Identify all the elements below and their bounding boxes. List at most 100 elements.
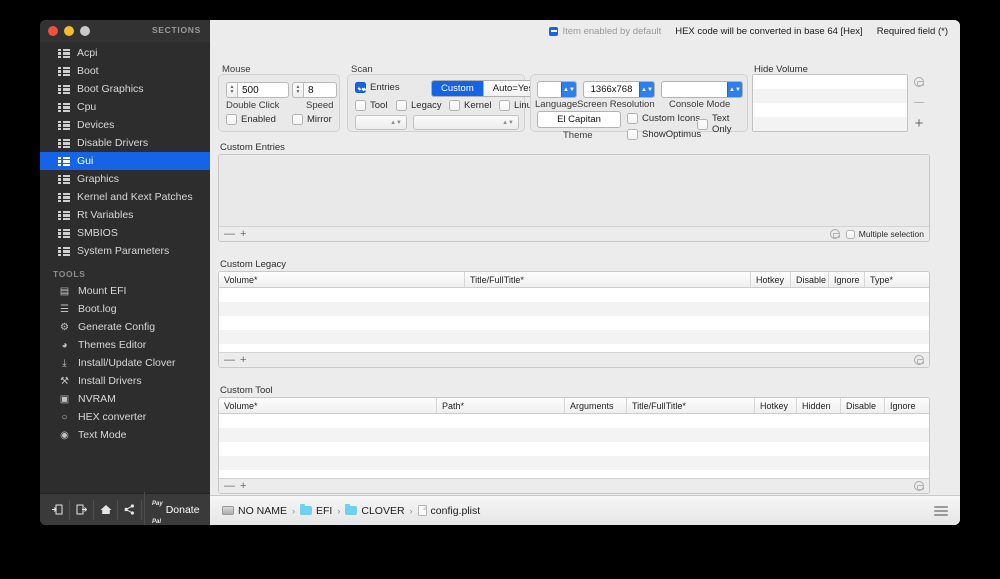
column-header[interactable]: Title/FullTitle*	[627, 398, 755, 413]
tool-item-generate-config[interactable]: ⚙ Generate Config	[40, 318, 210, 336]
table-row[interactable]	[219, 344, 929, 352]
tool-item-install-update-clover[interactable]: ⤓ Install/Update Clover	[40, 354, 210, 372]
sidebar-item-devices[interactable]: Devices	[40, 116, 210, 134]
gear-icon[interactable]	[914, 355, 924, 365]
column-header[interactable]: Title/FullTitle*	[465, 272, 751, 287]
breadcrumb-item[interactable]: EFI	[300, 503, 332, 517]
custom-entries-list[interactable]	[219, 155, 929, 226]
breadcrumb-item[interactable]: CLOVER	[345, 503, 405, 517]
table-row[interactable]	[219, 414, 929, 428]
custom-legacy-rows[interactable]	[219, 288, 929, 352]
sidebar-item-kernel-and-kext-patches[interactable]: Kernel and Kext Patches	[40, 188, 210, 206]
column-header[interactable]: Hotkey	[755, 398, 797, 413]
close-icon[interactable]	[48, 26, 58, 36]
gear-icon[interactable]	[914, 481, 924, 491]
column-header[interactable]: Arguments	[565, 398, 627, 413]
scan-extra-popup-1[interactable]: ▲▼	[355, 115, 407, 130]
custom-entries-addremove[interactable]: — +	[224, 228, 246, 240]
donate-button[interactable]: Pay Pal Donate	[144, 491, 200, 525]
custom-tool-rows[interactable]	[219, 414, 929, 478]
list-item[interactable]	[753, 75, 907, 89]
sidebar-item-smbios[interactable]: SMBIOS	[40, 224, 210, 242]
menu-icon[interactable]	[934, 505, 948, 516]
column-header[interactable]: Disable	[791, 272, 829, 287]
gear-icon[interactable]	[829, 229, 840, 239]
list-item[interactable]	[753, 117, 907, 131]
scan-legacy-checkbox[interactable]: Legacy	[396, 100, 442, 111]
table-row[interactable]	[219, 428, 929, 442]
custom-legacy-addremove[interactable]: — +	[224, 354, 246, 366]
text-only-checkbox[interactable]: Text Only	[697, 113, 747, 135]
mouse-mirror-box[interactable]	[292, 114, 303, 125]
speed-stepper[interactable]: ▲ ▼ 8	[292, 82, 337, 98]
list-item[interactable]	[753, 89, 907, 103]
table-row[interactable]	[219, 288, 929, 302]
scan-legacy-box[interactable]	[396, 100, 407, 111]
mouse-enabled-box[interactable]	[226, 114, 237, 125]
resolution-combo[interactable]: 1366x768 ▲▼	[583, 81, 655, 98]
import-button[interactable]	[46, 499, 70, 520]
column-header[interactable]: Hidden	[797, 398, 841, 413]
table-row[interactable]	[219, 302, 929, 316]
double-click-stepper[interactable]: ▲ ▼ 500	[226, 82, 289, 98]
table-row[interactable]	[219, 316, 929, 330]
scan-extra-popup-2[interactable]: ▲▼	[413, 115, 519, 130]
scan-entries-box[interactable]	[355, 82, 366, 93]
custom-icons-box[interactable]	[627, 113, 638, 124]
hide-volume-list[interactable]	[752, 74, 908, 132]
custom-entries-remove-button[interactable]: —	[224, 228, 235, 240]
show-optimus-box[interactable]	[627, 129, 638, 140]
column-header[interactable]: Ignore	[885, 398, 929, 413]
export-button[interactable]	[70, 499, 94, 520]
sidebar-item-rt-variables[interactable]: Rt Variables	[40, 206, 210, 224]
custom-tool-addremove[interactable]: — +	[224, 480, 246, 492]
tool-item-text-mode[interactable]: ◉ Text Mode	[40, 426, 210, 444]
chevron-down-icon[interactable]: ▲▼	[561, 82, 576, 97]
tool-item-mount-efi[interactable]: ▤ Mount EFI	[40, 282, 210, 300]
speed-stepper-arrows[interactable]: ▲ ▼	[292, 82, 303, 98]
multiple-selection-checkbox[interactable]: Multiple selection	[845, 229, 924, 239]
column-header[interactable]: Disable	[841, 398, 885, 413]
language-combo[interactable]: ▲▼	[537, 81, 577, 98]
speed-input[interactable]: 8	[303, 82, 337, 98]
tool-item-themes-editor[interactable]: ◕ Themes Editor	[40, 336, 210, 354]
scan-kernel-box[interactable]	[449, 100, 460, 111]
sidebar-item-disable-drivers[interactable]: Disable Drivers	[40, 134, 210, 152]
show-optimus-checkbox[interactable]: ShowOptimus	[627, 129, 701, 140]
table-row[interactable]	[219, 470, 929, 478]
sidebar-item-graphics[interactable]: Graphics	[40, 170, 210, 188]
column-header[interactable]: Hotkey	[751, 272, 791, 287]
scan-kernel-checkbox[interactable]: Kernel	[449, 100, 491, 111]
custom-icons-checkbox[interactable]: Custom Icons	[627, 113, 700, 124]
mouse-mirror-checkbox[interactable]: Mirror	[292, 114, 332, 125]
custom-legacy-remove-button[interactable]: —	[224, 354, 235, 366]
custom-tool-remove-button[interactable]: —	[224, 480, 235, 492]
sidebar-item-gui[interactable]: Gui	[40, 152, 210, 170]
share-button[interactable]	[118, 499, 142, 520]
sidebar-item-boot-graphics[interactable]: Boot Graphics	[40, 80, 210, 98]
custom-legacy-add-button[interactable]: +	[240, 354, 246, 366]
sidebar-item-boot[interactable]: Boot	[40, 62, 210, 80]
sidebar-item-acpi[interactable]: Acpi	[40, 44, 210, 62]
hide-volume-add-button[interactable]: +	[915, 116, 924, 131]
scan-entries-checkbox[interactable]: Entries	[355, 82, 400, 93]
double-click-stepper-arrows[interactable]: ▲ ▼	[226, 82, 237, 98]
theme-input[interactable]: El Capitan	[537, 111, 621, 128]
scan-tool-box[interactable]	[355, 100, 366, 111]
column-header[interactable]: Path*	[437, 398, 565, 413]
column-header[interactable]: Volume*	[219, 272, 465, 287]
multiple-selection-box[interactable]	[845, 229, 855, 239]
maximize-icon[interactable]	[80, 26, 90, 36]
tool-item-install-drivers[interactable]: ⚒ Install Drivers	[40, 372, 210, 390]
tool-item-boot-log[interactable]: ☰ Boot.log	[40, 300, 210, 318]
chevron-down-icon[interactable]: ▲▼	[639, 82, 654, 97]
tool-item-hex-converter[interactable]: ○ HEX converter	[40, 408, 210, 426]
window-controls[interactable]	[48, 26, 90, 36]
custom-entries-add-button[interactable]: +	[240, 228, 246, 240]
sidebar-item-cpu[interactable]: Cpu	[40, 98, 210, 116]
hide-volume-remove-button[interactable]: —	[914, 97, 924, 107]
scan-linux-box[interactable]	[499, 100, 510, 111]
custom-tool-add-button[interactable]: +	[240, 480, 246, 492]
console-mode-combo[interactable]: ▲▼	[661, 81, 743, 98]
home-button[interactable]	[94, 499, 118, 520]
